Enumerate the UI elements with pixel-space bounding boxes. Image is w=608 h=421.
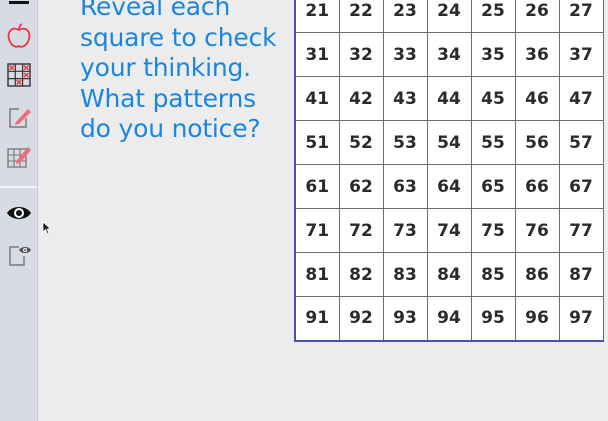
grid-cell[interactable]: 56 [514,120,560,165]
grid-cell[interactable]: 45 [470,76,516,121]
grid-cell[interactable]: 82 [338,252,384,297]
grid-cell[interactable]: 46 [514,76,560,121]
pencil-note-icon [9,108,31,128]
grid-cell[interactable]: 27 [558,0,604,33]
grid-pencil-icon [7,147,31,168]
grid-cell[interactable]: 77 [558,208,604,253]
grid-cell[interactable]: 87 [558,252,604,297]
instruction-line: do you notice? [80,114,261,143]
instruction-line: square to check [80,22,277,52]
grid-row: 71 72 73 74 75 76 77 [294,208,604,253]
grid-cell[interactable]: 37 [558,32,604,77]
grid-cell[interactable]: 42 [338,76,384,121]
grid-cell[interactable]: 63 [382,164,428,209]
grid-cell[interactable]: 43 [382,76,428,121]
grid-cell[interactable]: 54 [426,120,472,165]
grid-cell[interactable]: 74 [426,208,472,253]
grid-cell[interactable]: 67 [558,164,604,209]
mouse-cursor-icon [42,221,52,235]
grid-cell[interactable]: 71 [294,208,340,253]
menu-icon [9,1,29,4]
grid-reveal-button[interactable] [5,61,33,89]
instruction-line: What patterns [80,83,256,113]
grid-reveal-icon [7,63,31,87]
grid-cell[interactable]: 64 [426,164,472,209]
grid-cell[interactable]: 31 [294,32,340,77]
grid-cell[interactable]: 21 [294,0,340,33]
grid-row: 61 62 63 64 65 66 67 [294,164,604,209]
grid-cell[interactable]: 36 [514,32,560,77]
hundred-chart: 21 22 23 24 25 26 27 31 32 33 34 35 36 37 41 42 43 44 45 46… [294,0,604,342]
grid-cell[interactable]: 85 [470,252,516,297]
grid-cell[interactable]: 93 [382,296,428,341]
grid-cell[interactable]: 34 [426,32,472,77]
grid-cell[interactable]: 25 [470,0,516,33]
grid-cell[interactable]: 32 [338,32,384,77]
grid-cell[interactable]: 94 [426,296,472,341]
grid-cell[interactable]: 83 [382,252,428,297]
grid-cell[interactable]: 96 [514,296,560,341]
instruction-line: Reveal each [80,0,231,21]
grid-cell[interactable]: 86 [514,252,560,297]
toolbar-sidebar [0,0,38,421]
grid-cell[interactable]: 91 [294,296,340,341]
grid-cell[interactable]: 23 [382,0,428,33]
grid-cell[interactable]: 92 [338,296,384,341]
grid-cell[interactable]: 22 [338,0,384,33]
apple-icon [7,23,31,48]
grid-cell[interactable]: 51 [294,120,340,165]
grid-cell[interactable]: 57 [558,120,604,165]
grid-cell[interactable]: 76 [514,208,560,253]
grid-cell[interactable]: 62 [338,164,384,209]
grid-cell[interactable]: 44 [426,76,472,121]
grid-cell[interactable]: 65 [470,164,516,209]
grid-cell[interactable]: 24 [426,0,472,33]
grid-cell[interactable]: 73 [382,208,428,253]
grid-cell[interactable]: 81 [294,252,340,297]
grid-cell[interactable]: 72 [338,208,384,253]
instruction-line: your thinking. [80,53,251,82]
grid-row: 31 32 33 34 35 36 37 [294,32,604,77]
apple-tool-button[interactable] [5,22,33,50]
grid-row: 51 52 53 54 55 56 57 [294,120,604,165]
grid-row: 91 92 93 94 95 96 97 [294,296,604,341]
grid-cell[interactable]: 41 [294,76,340,121]
grid-cell[interactable]: 55 [470,120,516,165]
note-eye-icon [9,246,31,266]
grid-cell[interactable]: 26 [514,0,560,33]
grid-cell[interactable]: 95 [470,296,516,341]
instruction-text: Reveal each square to check your thinkin… [80,0,295,145]
grid-cell[interactable]: 84 [426,252,472,297]
grid-row: 41 42 43 44 45 46 47 [294,76,604,121]
grid-cell[interactable]: 35 [470,32,516,77]
hundred-chart-grid: 21 22 23 24 25 26 27 31 32 33 34 35 36 37 41 42 43 44 45 46… [294,0,604,342]
grid-cell[interactable]: 97 [558,296,604,341]
menu-button[interactable] [5,0,33,14]
reveal-eye-button[interactable] [5,199,33,227]
pencil-note-button[interactable] [5,103,33,131]
grid-row: 81 82 83 84 85 86 87 [294,252,604,297]
sidebar-divider [0,186,37,188]
grid-cell[interactable]: 47 [558,76,604,121]
grid-cell[interactable]: 61 [294,164,340,209]
grid-cell[interactable]: 52 [338,120,384,165]
grid-cell[interactable]: 75 [470,208,516,253]
grid-cell[interactable]: 66 [514,164,560,209]
grid-cell[interactable]: 33 [382,32,428,77]
eye-icon [7,207,31,219]
grid-row: 21 22 23 24 25 26 27 [294,0,604,33]
grid-pencil-button[interactable] [5,142,33,170]
grid-cell[interactable]: 53 [382,120,428,165]
note-eye-button[interactable] [5,240,33,268]
